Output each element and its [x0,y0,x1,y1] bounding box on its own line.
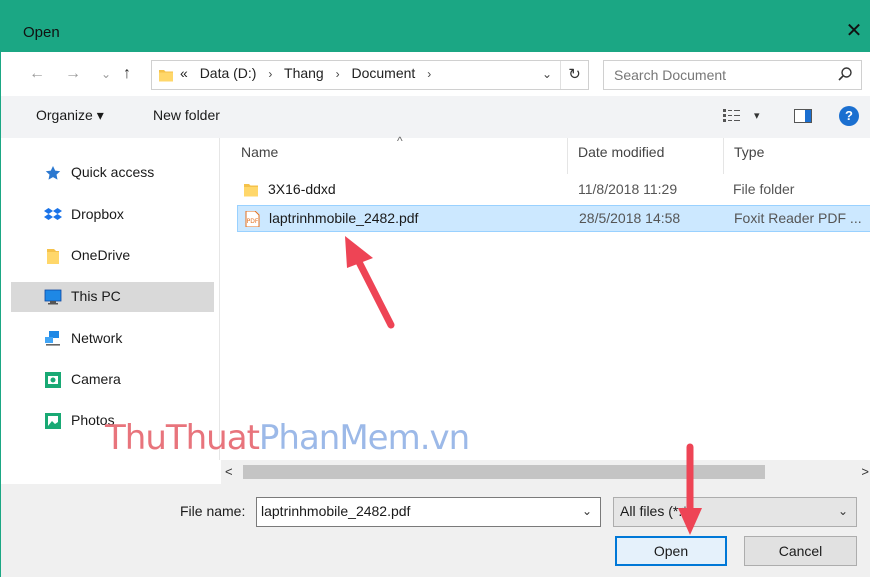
close-icon[interactable]: ✕ [843,20,865,42]
file-name: 3X16-ddxd [268,181,336,197]
new-folder-button[interactable]: New folder [153,107,220,123]
chevron-down-icon[interactable]: ⌄ [838,504,848,518]
onedrive-folder-icon [47,249,59,264]
file-type-select[interactable]: All files (*.*) ⌄ [613,497,857,527]
sidebar-item-label: Network [71,330,123,346]
search-icon[interactable] [837,66,853,82]
file-name-value: laptrinhmobile_2482.pdf [261,503,411,519]
file-name: laptrinhmobile_2482.pdf [269,210,419,226]
file-type-value: All files (*.*) [620,503,693,519]
folder-icon [244,184,258,197]
dropbox-icon [44,208,62,220]
pane-divider[interactable] [219,138,220,460]
breadcrumb-thang[interactable]: Thang [284,65,324,81]
sidebar-item-dropbox[interactable]: Dropbox [11,200,214,230]
folder-icon [159,70,173,82]
chevron-down-icon[interactable]: ⌄ [582,504,592,518]
command-bar: Organize ▾ New folder ▾ ? [1,96,870,138]
back-arrow-icon[interactable]: ← [29,65,45,83]
dialog-footer: File name: laptrinhmobile_2482.pdf ⌄ All… [1,484,870,577]
scrollbar-thumb[interactable] [243,465,765,479]
organize-button[interactable]: Organize ▾ [36,107,104,124]
network-icon [45,331,60,346]
breadcrumb-data-drive[interactable]: Data (D:) [200,65,257,81]
sidebar-item-label: This PC [71,288,121,304]
sidebar-item-camera[interactable]: Camera [11,365,214,395]
watermark: ThuThuatPhanMem.vn [105,418,470,458]
sidebar-item-network[interactable]: Network [11,324,214,354]
help-icon[interactable]: ? [839,106,859,126]
sidebar-item-onedrive[interactable]: OneDrive [11,241,214,271]
dialog-title: Open [23,24,60,41]
star-icon [45,166,61,180]
recent-locations-icon[interactable]: ⌄ [101,65,111,83]
address-bar[interactable]: « Data (D:) › Thang › Document › ⌄ ↻ [151,60,589,90]
sidebar-item-this-pc[interactable]: This PC [11,282,214,312]
breadcrumb: « Data (D:) › Thang › Document › [180,65,439,81]
search-input[interactable]: Search Document [603,60,862,90]
sidebar-item-label: Quick access [71,164,155,180]
watermark-part-1: ThuThuat [105,418,260,458]
preview-pane-icon[interactable] [794,109,812,123]
file-type: File folder [733,181,795,197]
refresh-icon[interactable]: ↻ [560,61,588,89]
svg-text:PDF: PDF [247,218,259,225]
file-name-label: File name: [180,503,246,519]
scroll-right-icon[interactable]: > [861,464,869,479]
horizontal-scrollbar[interactable]: < > [221,460,870,484]
sidebar-item-label: Dropbox [71,206,124,222]
sort-ascending-icon: ^ [397,134,403,148]
file-list: ^ Name Date modified Type 3X16-ddxd 11/8… [221,134,870,460]
scroll-left-icon[interactable]: < [225,464,233,479]
file-name-field[interactable]: laptrinhmobile_2482.pdf ⌄ [256,497,601,527]
chevron-right-icon[interactable]: › [268,67,272,81]
address-row: ← → ⌄ ↑ « Data (D:) › Thang › Document ›… [1,52,870,96]
sidebar-item-label: OneDrive [71,247,131,263]
breadcrumb-overflow[interactable]: « [180,65,188,81]
photos-icon [45,413,61,429]
pdf-file-icon: PDF [245,211,260,227]
file-row-selected[interactable]: PDF laptrinhmobile_2482.pdf 28/5/2018 14… [237,205,870,232]
file-row[interactable]: 3X16-ddxd 11/8/2018 11:29 File folder [237,177,870,204]
navigation-pane: Quick access Dropbox OneDrive This PC Ne… [1,138,219,460]
breadcrumb-document[interactable]: Document [352,65,416,81]
view-dropdown-icon[interactable]: ▾ [754,109,760,122]
column-divider[interactable] [723,138,724,174]
column-header-name[interactable]: Name [241,144,278,160]
sidebar-item-quick-access[interactable]: Quick access [11,158,214,188]
sidebar-item-label: Camera [71,371,121,387]
open-button[interactable]: Open [615,536,727,566]
view-options-icon[interactable] [723,108,741,124]
search-placeholder: Search Document [614,67,727,83]
chevron-down-icon[interactable]: ⌄ [542,67,552,81]
forward-arrow-icon[interactable]: → [65,65,81,83]
watermark-part-2: PhanMem.vn [258,418,470,458]
chevron-right-icon[interactable]: › [427,67,431,81]
column-header-type[interactable]: Type [734,144,764,160]
camera-icon [45,372,61,388]
chevron-right-icon[interactable]: › [336,67,340,81]
file-date: 11/8/2018 11:29 [578,181,678,197]
open-dialog: Open ✕ ← → ⌄ ↑ « Data (D:) › Thang › Doc… [0,0,870,577]
file-date: 28/5/2018 14:58 [579,210,681,226]
cancel-button[interactable]: Cancel [744,536,857,566]
column-header-date-modified[interactable]: Date modified [578,144,664,160]
column-divider[interactable] [567,138,568,174]
computer-icon [44,289,62,305]
title-bar: Open ✕ [1,0,870,52]
up-arrow-icon[interactable]: ↑ [123,65,131,83]
file-type: Foxit Reader PDF ... [734,210,862,226]
